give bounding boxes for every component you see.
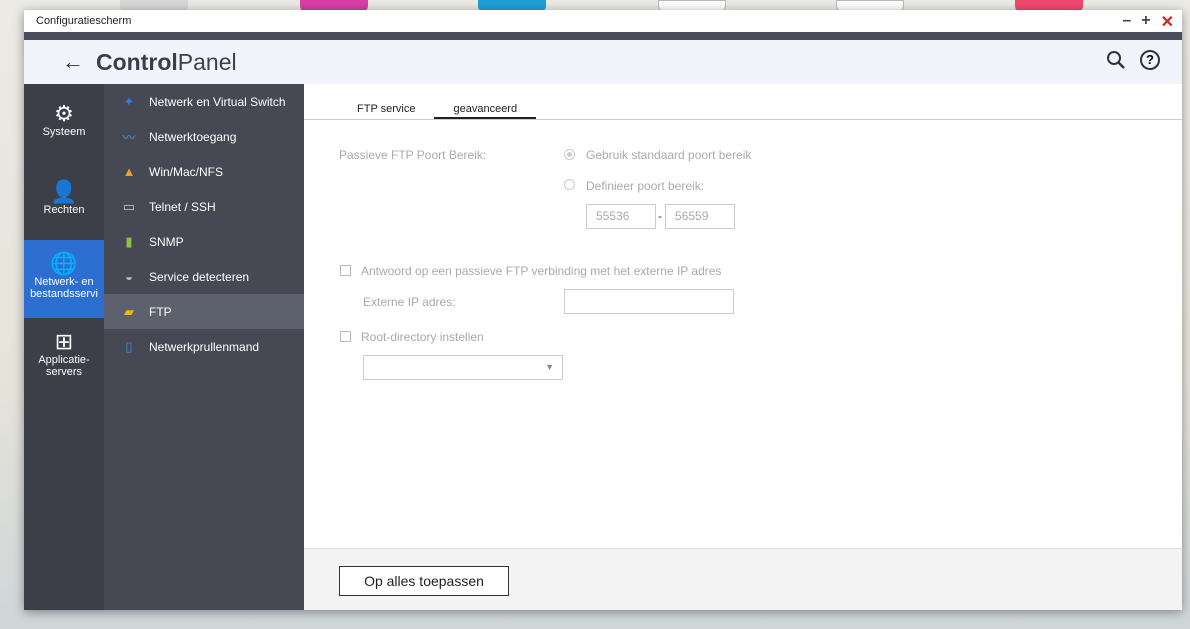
external-ip-label: Externe IP adres: <box>363 295 456 309</box>
port-separator: - <box>658 209 662 223</box>
footer-bar: Op alles toepassen <box>304 548 1182 610</box>
globe-icon: 🌐 <box>50 251 78 276</box>
sidebar-item-netwerk[interactable]: 🌐 Netwerk- en bestandsservi <box>24 240 104 318</box>
external-ip-checkbox-label: Antwoord op een passieve FTP verbinding … <box>361 264 722 278</box>
menu-item-win-mac-nfs[interactable]: ▲ Win/Mac/NFS <box>104 154 304 189</box>
menu-item-netwerktoegang[interactable]: 〰 Netwerktoegang <box>104 119 304 154</box>
port-from-input[interactable]: 55536 <box>586 204 656 229</box>
root-directory-label: Root-directory instellen <box>361 330 484 344</box>
control-panel-window: Configuratiescherm – + ✕ ← ControlPanel … <box>24 10 1182 610</box>
maximize-icon[interactable]: + <box>1141 12 1150 32</box>
bar-chart-icon: ▮ <box>125 233 133 249</box>
terminal-icon: ▭ <box>122 198 136 214</box>
menu-item-netwerk-virtual-switch[interactable]: ✦ Netwerk en Virtual Switch <box>104 84 304 119</box>
user-icon: 👤 <box>50 179 78 204</box>
menu-item-telnet-ssh[interactable]: ▭ Telnet / SSH <box>104 189 304 224</box>
radio-default-label: Gebruik standaard poort bereik <box>586 148 752 162</box>
menu-item-service-detecteren[interactable]: ◒ Service detecteren <box>104 259 304 294</box>
sidebar-item-systeem[interactable]: ⚙ Systeem <box>24 84 104 162</box>
menu-item-ftp[interactable]: ▰ FTP <box>104 294 304 329</box>
satellite-dish-icon: ◒ <box>125 269 133 284</box>
radio-define-range[interactable] <box>564 179 575 190</box>
help-icon[interactable]: ? <box>1140 50 1160 70</box>
title-bar: Configuratiescherm <box>24 10 1182 32</box>
close-icon[interactable]: ✕ <box>1161 12 1174 32</box>
win-mac-nfs-icon: ▲ <box>122 164 136 179</box>
tab-ftp-service[interactable]: FTP service <box>338 103 434 119</box>
external-ip-checkbox[interactable] <box>340 265 351 276</box>
chevron-down-icon: ▼ <box>545 362 554 372</box>
content-panel: FTP service geavanceerd Passieve FTP Poo… <box>304 84 1182 610</box>
app-logo: ControlPanel <box>96 48 237 75</box>
trash-icon: ▯ <box>125 338 133 354</box>
sidebar-item-rechten[interactable]: 👤 Rechten <box>24 162 104 240</box>
gear-icon: ⚙ <box>54 101 74 126</box>
search-icon[interactable] <box>1106 50 1126 70</box>
minimize-icon[interactable]: – <box>1122 12 1131 32</box>
radio-define-label: Definieer poort bereik: <box>586 179 705 193</box>
tab-geavanceerd[interactable]: geavanceerd <box>434 103 537 119</box>
radio-default-range[interactable] <box>564 149 575 160</box>
network-access-icon: 〰 <box>122 130 136 145</box>
sidebar-item-applicatie[interactable]: ⊞ Applicatie-servers <box>24 318 104 396</box>
ftp-folder-icon: ▰ <box>124 303 134 319</box>
menu-item-snmp[interactable]: ▮ SNMP <box>104 224 304 259</box>
back-arrow-icon[interactable]: ← <box>62 49 84 75</box>
apply-all-button[interactable]: Op alles toepassen <box>339 566 509 596</box>
apps-icon: ⊞ <box>54 329 74 354</box>
root-directory-checkbox[interactable] <box>340 331 351 342</box>
network-switch-icon: ✦ <box>123 93 135 109</box>
menu-item-netwerkprullenmand[interactable]: ▯ Netwerkprullenmand <box>104 329 304 364</box>
window-title: Configuratiescherm <box>36 15 132 27</box>
port-to-input[interactable]: 56559 <box>665 204 735 229</box>
passive-port-label: Passieve FTP Poort Bereik: <box>339 148 487 162</box>
category-sidebar: ⚙ Systeem 👤 Rechten 🌐 Netwerk- en bestandss… <box>24 84 104 610</box>
app-header: ← ControlPanel <box>24 40 1182 84</box>
sub-menu: ✦ Netwerk en Virtual Switch 〰 Netwerktoega… <box>104 84 304 610</box>
divider <box>24 32 1182 40</box>
root-directory-select[interactable]: ▼ <box>363 355 563 380</box>
external-ip-input[interactable] <box>564 289 734 314</box>
